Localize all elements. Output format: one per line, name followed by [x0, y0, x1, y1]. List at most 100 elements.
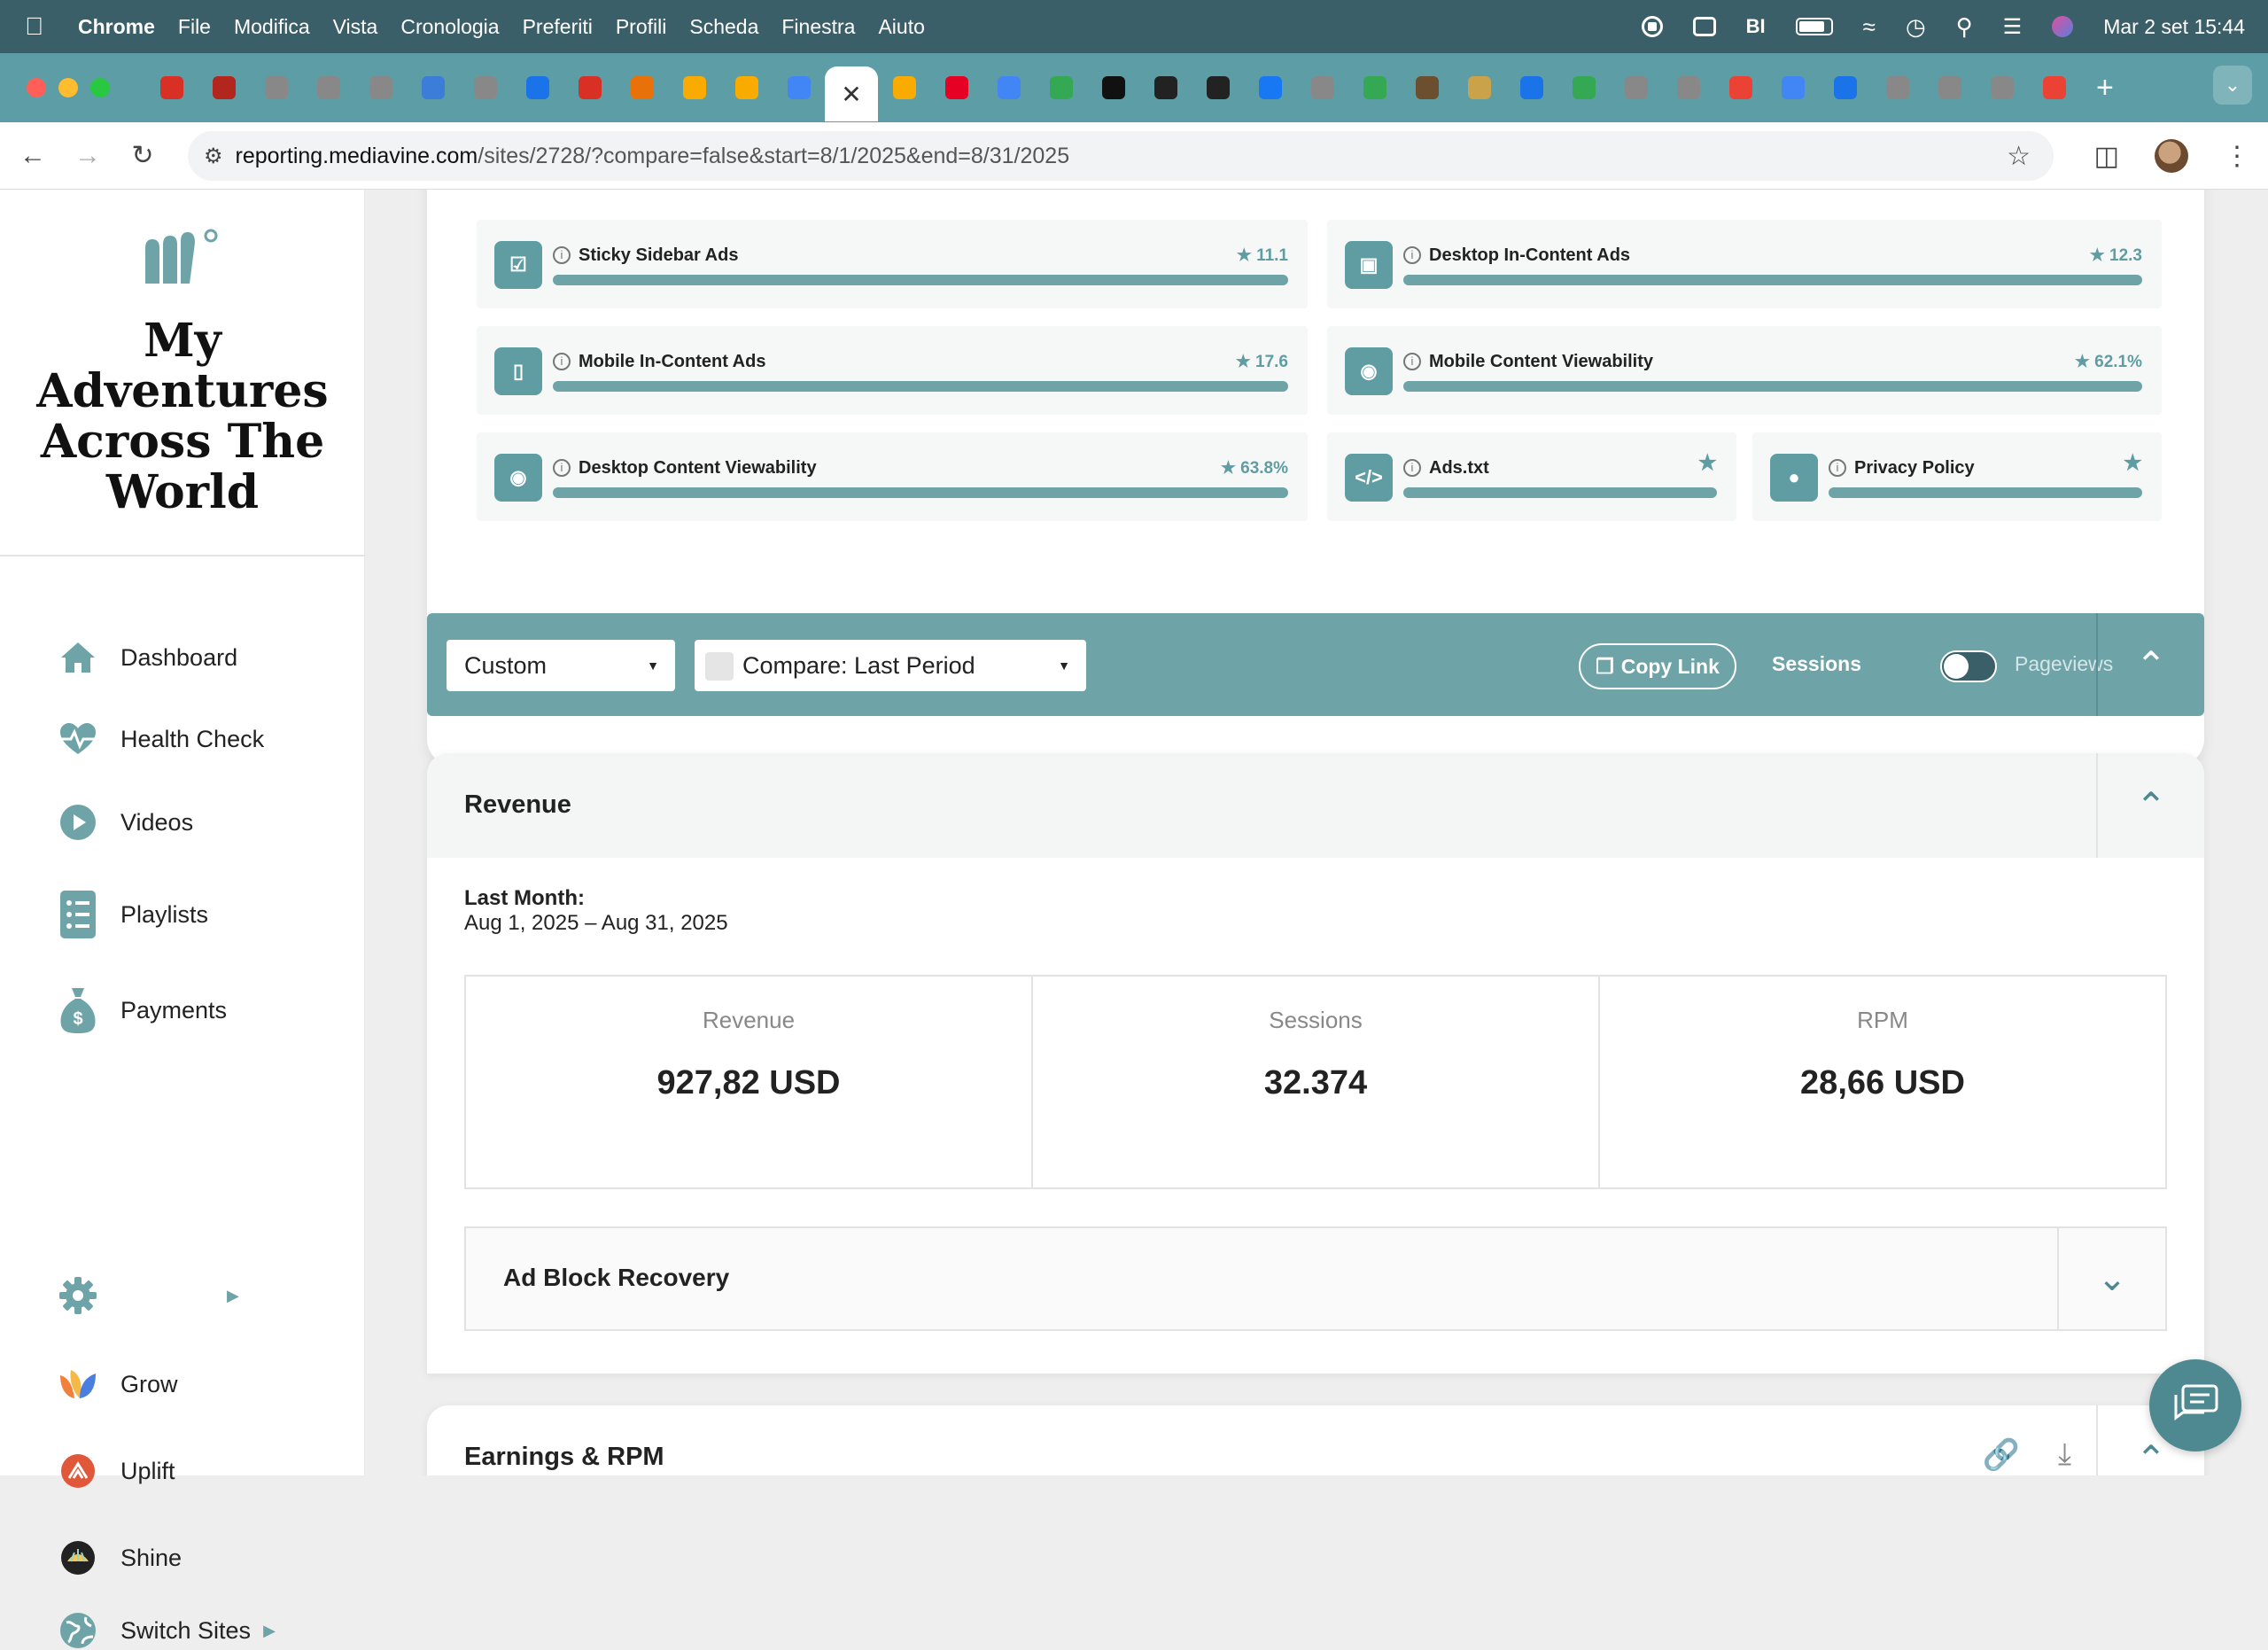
browser-tab[interactable] — [878, 62, 930, 113]
browser-tab[interactable] — [198, 62, 250, 113]
browser-tab[interactable] — [1348, 62, 1401, 113]
siri-icon[interactable] — [2052, 16, 2074, 37]
sidebar-item-health-check[interactable]: Health Check — [58, 720, 264, 759]
info-icon[interactable]: i — [1403, 353, 1421, 370]
browser-tab[interactable] — [250, 62, 302, 113]
browser-tab[interactable] — [1923, 62, 1976, 113]
browser-tab[interactable] — [354, 62, 407, 113]
browser-tab[interactable] — [1505, 62, 1557, 113]
reload-button[interactable]: ↻ — [115, 140, 170, 171]
browser-tab[interactable] — [302, 62, 354, 113]
record-icon[interactable] — [1641, 16, 1663, 37]
browser-tab[interactable] — [1662, 62, 1714, 113]
menu-profiles[interactable]: Profili — [616, 15, 667, 39]
profile-avatar[interactable] — [2155, 139, 2188, 173]
sidebar-item-switch-sites[interactable]: Switch Sites ▶ — [58, 1611, 276, 1650]
browser-tab[interactable] — [407, 62, 459, 113]
browser-tab[interactable] — [1035, 62, 1087, 113]
info-icon[interactable]: i — [553, 246, 571, 264]
back-button[interactable]: ← — [5, 141, 60, 171]
menu-window[interactable]: Finestra — [781, 15, 855, 39]
browser-tab[interactable] — [1871, 62, 1923, 113]
browser-tab[interactable] — [563, 62, 616, 113]
browser-tab[interactable] — [1819, 62, 1871, 113]
tab-active[interactable]: ✕ — [825, 66, 878, 121]
browser-tab[interactable] — [983, 62, 1035, 113]
date-range-select[interactable]: Custom ▼ — [447, 640, 675, 691]
health-item-desktop-in-content-ads[interactable]: ▣ i Desktop In-Content Ads ★ 12.3 — [1327, 220, 2162, 308]
site-info-icon[interactable]: ⚙ — [204, 144, 223, 169]
compare-select[interactable]: Compare: Last Period ▼ — [695, 640, 1086, 691]
chevron-up-icon[interactable]: ⌃ — [2096, 753, 2204, 858]
browser-tab[interactable] — [1296, 62, 1348, 113]
sidebar-item-playlists[interactable]: Playlists — [58, 891, 208, 938]
info-icon[interactable]: i — [1829, 459, 1846, 477]
sessions-pageviews-toggle[interactable] — [1940, 650, 1997, 682]
close-window-icon[interactable] — [27, 78, 46, 97]
health-item-privacy-policy[interactable]: ● i Privacy Policy ★ — [1752, 432, 2162, 521]
ad-block-recovery-panel[interactable]: Ad Block Recovery ⌄ — [464, 1226, 2167, 1331]
time-machine-icon[interactable]: ◷ — [1906, 13, 1926, 41]
browser-tab[interactable] — [1192, 62, 1244, 113]
sidebar-item-videos[interactable]: Videos — [58, 803, 193, 842]
info-icon[interactable]: i — [553, 353, 571, 370]
menu-view[interactable]: Vista — [333, 15, 378, 39]
bookmark-star-icon[interactable]: ☆ — [2007, 141, 2031, 172]
browser-tab[interactable] — [930, 62, 983, 113]
browser-tab[interactable] — [2028, 62, 2080, 113]
browser-tab[interactable] — [1714, 62, 1767, 113]
browser-tab[interactable] — [1610, 62, 1662, 113]
browser-tab[interactable] — [668, 62, 720, 113]
compare-checkbox[interactable] — [705, 652, 734, 681]
health-item-ads-txt[interactable]: </> i Ads.txt ★ — [1327, 432, 1736, 521]
url-text[interactable]: reporting.mediavine.com/sites/2728/?comp… — [236, 144, 1070, 169]
sidebar-item-payments[interactable]: $ Payments — [58, 988, 227, 1033]
info-icon[interactable]: i — [1403, 246, 1421, 264]
browser-tab[interactable] — [1139, 62, 1192, 113]
menu-clock[interactable]: Mar 2 set 15:44 — [2103, 15, 2245, 39]
chevron-down-icon[interactable]: ⌄ — [2057, 1228, 2165, 1329]
browser-tab[interactable] — [1767, 62, 1819, 113]
menu-help[interactable]: Aiuto — [878, 15, 924, 39]
info-icon[interactable]: i — [1403, 459, 1421, 477]
sidebar-item-shine[interactable]: Shine — [58, 1538, 182, 1577]
health-item-desktop-content-viewability[interactable]: ◉ i Desktop Content Viewability ★ 63.8% — [477, 432, 1308, 521]
menu-history[interactable]: Cronologia — [400, 15, 499, 39]
browser-tab[interactable] — [1244, 62, 1296, 113]
health-item-sticky-sidebar-ads[interactable]: ☑ i Sticky Sidebar Ads ★ 11.1 — [477, 220, 1308, 308]
menu-tab[interactable]: Scheda — [689, 15, 758, 39]
browser-tab[interactable] — [773, 62, 825, 113]
menu-edit[interactable]: Modifica — [234, 15, 310, 39]
wifi-icon[interactable]: ≈ — [1863, 13, 1876, 41]
screen-share-icon[interactable] — [1692, 17, 1716, 36]
menu-file[interactable]: File — [178, 15, 211, 39]
browser-tab[interactable] — [720, 62, 773, 113]
download-icon[interactable]: ⤓ — [2058, 1437, 2071, 1472]
info-icon[interactable]: i — [553, 459, 571, 477]
link-icon[interactable]: 🔗 — [1983, 1437, 2020, 1473]
close-tab-icon[interactable]: ✕ — [841, 80, 861, 109]
new-tab-button[interactable]: + — [2096, 71, 2114, 105]
health-item-mobile-in-content-ads[interactable]: ▯ i Mobile In-Content Ads ★ 17.6 — [477, 326, 1308, 415]
browser-tab[interactable] — [616, 62, 668, 113]
address-bar[interactable]: ⚙ reporting.mediavine.com/sites/2728/?co… — [188, 131, 2054, 181]
browser-tab[interactable] — [1976, 62, 2028, 113]
extensions-icon[interactable]: ◫ — [2094, 141, 2119, 172]
chat-icon[interactable] — [2149, 1359, 2241, 1452]
chevron-up-icon[interactable]: ⌃ — [2096, 613, 2204, 716]
sidebar-item-dashboard[interactable]: Dashboard — [58, 638, 237, 677]
browser-tab[interactable] — [1401, 62, 1453, 113]
tab-search-button[interactable]: ⌄ — [2213, 66, 2252, 105]
browser-tab[interactable] — [459, 62, 511, 113]
browser-tab[interactable] — [1557, 62, 1610, 113]
sidebar-item-grow[interactable]: Grow — [58, 1365, 178, 1404]
zoom-window-icon[interactable] — [90, 78, 110, 97]
browser-tab[interactable] — [1453, 62, 1505, 113]
menu-app-name[interactable]: Chrome — [78, 15, 155, 39]
forward-button[interactable]: → — [60, 141, 115, 171]
menu-bookmarks[interactable]: Preferiti — [523, 15, 593, 39]
sidebar-item-settings[interactable]: ▶ — [58, 1276, 239, 1315]
battery-icon[interactable] — [1795, 18, 1833, 35]
browser-tab[interactable] — [1087, 62, 1139, 113]
mediavine-logo[interactable] — [142, 225, 221, 287]
